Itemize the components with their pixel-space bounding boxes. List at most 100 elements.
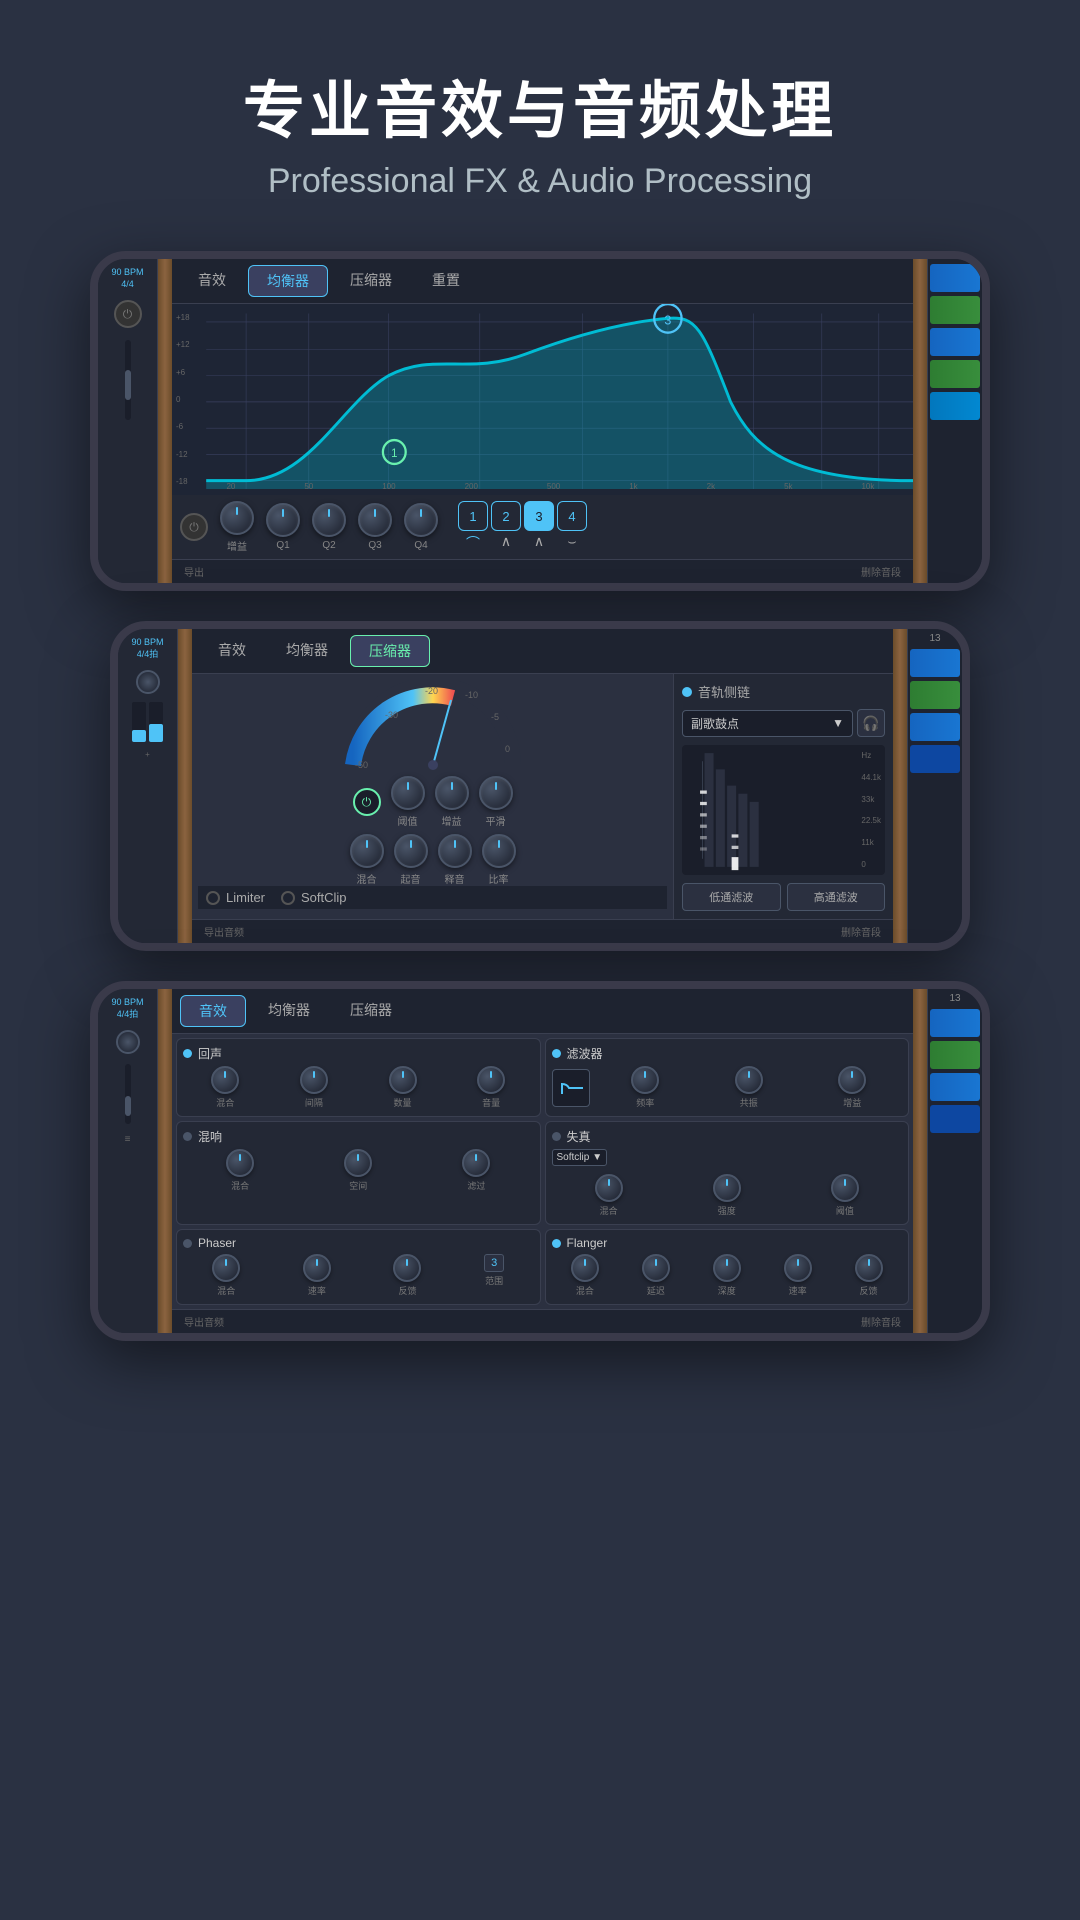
phaser-number-badge[interactable]: 3	[484, 1254, 504, 1272]
knob-q1-circle[interactable]	[266, 503, 300, 537]
sidechain-dropdown[interactable]: 副歌鼓点 ▼	[682, 710, 853, 737]
dist-knob-mix-circle[interactable]	[595, 1174, 623, 1202]
flanger-toggle[interactable]	[552, 1239, 561, 1248]
tab-eq-2[interactable]: 均衡器	[268, 635, 346, 667]
phaser-knob-rate-circle[interactable]	[303, 1254, 331, 1282]
flanger-knob-delay-circle[interactable]	[642, 1254, 670, 1282]
reverb-knob-count-circle[interactable]	[389, 1066, 417, 1094]
comp-body: -50 -30 -20 -10 -5 0	[192, 674, 893, 919]
track-strip-4[interactable]	[930, 360, 980, 388]
filter-knob-gain-f-circle[interactable]	[838, 1066, 866, 1094]
footer-export-2[interactable]: 导出音频	[204, 924, 244, 939]
footer-delete-2[interactable]: 删除音段	[841, 924, 881, 939]
softclip-option[interactable]: SoftClip	[281, 890, 347, 905]
tab-comp-2[interactable]: 压缩器	[350, 635, 430, 667]
master-knob-2[interactable]	[136, 670, 160, 694]
chorus-knob-mix-circle[interactable]	[226, 1149, 254, 1177]
band-btn-3[interactable]: 3	[524, 501, 554, 531]
knob-q4-circle[interactable]	[404, 503, 438, 537]
knob-release-circle[interactable]	[438, 834, 472, 868]
filter-knob-res-circle[interactable]	[735, 1066, 763, 1094]
distortion-toggle[interactable]	[552, 1132, 561, 1141]
limiter-radio[interactable]	[206, 891, 220, 905]
phaser-knob-feedback-circle[interactable]	[393, 1254, 421, 1282]
track-strip-3-4[interactable]	[930, 1105, 980, 1133]
footer-delete-3[interactable]: 删除音段	[861, 1314, 901, 1329]
softclip-radio[interactable]	[281, 891, 295, 905]
comp-power-btn[interactable]: ⏻	[353, 788, 381, 816]
footer-export-1[interactable]: 导出	[184, 564, 204, 579]
track-strip-3[interactable]	[930, 328, 980, 356]
lowpass-btn[interactable]: 低通滤波	[682, 883, 781, 911]
tab-fx-3[interactable]: 音效	[180, 995, 246, 1027]
left-sidebar-3: 90 BPM 4/4拍 ≡	[98, 989, 158, 1333]
knob-threshold: 阈值	[391, 776, 425, 828]
tab-reset-1[interactable]: 重置	[414, 265, 478, 297]
filter-toggle[interactable]	[552, 1049, 561, 1058]
footer-delete-1[interactable]: 删除音段	[861, 564, 901, 579]
tab-comp-1[interactable]: 压缩器	[332, 265, 410, 297]
knob-smooth-circle[interactable]	[479, 776, 513, 810]
eq-power-btn[interactable]	[180, 513, 208, 541]
reverb-knob-mix-circle[interactable]	[211, 1066, 239, 1094]
knob-comp-gain-circle[interactable]	[435, 776, 469, 810]
phaser-knob-mix-circle[interactable]	[212, 1254, 240, 1282]
phaser-toggle[interactable]	[183, 1239, 192, 1248]
chorus-knob-space-circle[interactable]	[344, 1149, 372, 1177]
volume-slider-1[interactable]	[125, 340, 131, 420]
footer-export-3[interactable]: 导出音频	[184, 1314, 224, 1329]
dist-knob-thresh-circle[interactable]	[831, 1174, 859, 1202]
track-strip-2-2[interactable]	[910, 681, 960, 709]
flanger-knob-depth-circle[interactable]	[713, 1254, 741, 1282]
knob-threshold-circle[interactable]	[391, 776, 425, 810]
band-btn-1[interactable]: 1	[458, 501, 488, 531]
track-strip-1[interactable]	[930, 264, 980, 292]
filter-shape-icon[interactable]	[552, 1069, 590, 1107]
reverb-knob-count: 数量	[389, 1066, 417, 1109]
knob-attack-circle[interactable]	[394, 834, 428, 868]
track-strip-2[interactable]	[930, 296, 980, 324]
svg-text:-10: -10	[465, 690, 478, 700]
headphone-button[interactable]: 🎧	[857, 709, 885, 737]
tab-fx-2[interactable]: 音效	[200, 635, 264, 667]
dist-knob-drive-circle[interactable]	[713, 1174, 741, 1202]
track-strip-5[interactable]	[930, 392, 980, 420]
filter-knob-freq-circle[interactable]	[631, 1066, 659, 1094]
tab-comp-3[interactable]: 压缩器	[332, 995, 410, 1027]
track-strip-3-3[interactable]	[930, 1073, 980, 1101]
band-btn-2[interactable]: 2	[491, 501, 521, 531]
reverb-toggle[interactable]	[183, 1049, 192, 1058]
track-strip-2-4[interactable]	[910, 745, 960, 773]
limiter-option[interactable]: Limiter	[206, 890, 265, 905]
power-button-1[interactable]	[114, 300, 142, 328]
eq-display: 1 3 +18 +12 +6 0 -6 -12 -18 20	[172, 304, 913, 495]
knob-gain-circle[interactable]	[220, 501, 254, 535]
flanger-knob-rate-circle[interactable]	[784, 1254, 812, 1282]
master-knob-3[interactable]	[116, 1030, 140, 1054]
flanger-knob-mix-circle[interactable]	[571, 1254, 599, 1282]
knob-ratio-circle[interactable]	[482, 834, 516, 868]
dist-knob-thresh: 阈值	[831, 1174, 859, 1217]
knob-mix-circle[interactable]	[350, 834, 384, 868]
chorus-knob-filter-circle[interactable]	[462, 1149, 490, 1177]
tab-fx-1[interactable]: 音效	[180, 265, 244, 297]
highpass-btn[interactable]: 高通滤波	[787, 883, 886, 911]
knob-q3-circle[interactable]	[358, 503, 392, 537]
track-strip-2-1[interactable]	[910, 649, 960, 677]
flanger-knob-feedback-label: 反馈	[859, 1284, 877, 1297]
flanger-knob-feedback-circle[interactable]	[855, 1254, 883, 1282]
track-strip-3-2[interactable]	[930, 1041, 980, 1069]
filter-knob-freq-label: 频率	[636, 1096, 654, 1109]
chorus-toggle[interactable]	[183, 1132, 192, 1141]
vol-slider-3[interactable]	[125, 1064, 131, 1124]
tab-eq-3[interactable]: 均衡器	[250, 995, 328, 1027]
band-btn-4[interactable]: 4	[557, 501, 587, 531]
distortion-dropdown[interactable]: Softclip ▼	[552, 1149, 608, 1166]
track-strip-3-1[interactable]	[930, 1009, 980, 1037]
tab-eq-1[interactable]: 均衡器	[248, 265, 328, 297]
reverb-knob-vol-circle[interactable]	[477, 1066, 505, 1094]
chorus-knob-mix: 混合	[226, 1149, 254, 1192]
track-strip-2-3[interactable]	[910, 713, 960, 741]
reverb-knob-interval-circle[interactable]	[300, 1066, 328, 1094]
knob-q2-circle[interactable]	[312, 503, 346, 537]
